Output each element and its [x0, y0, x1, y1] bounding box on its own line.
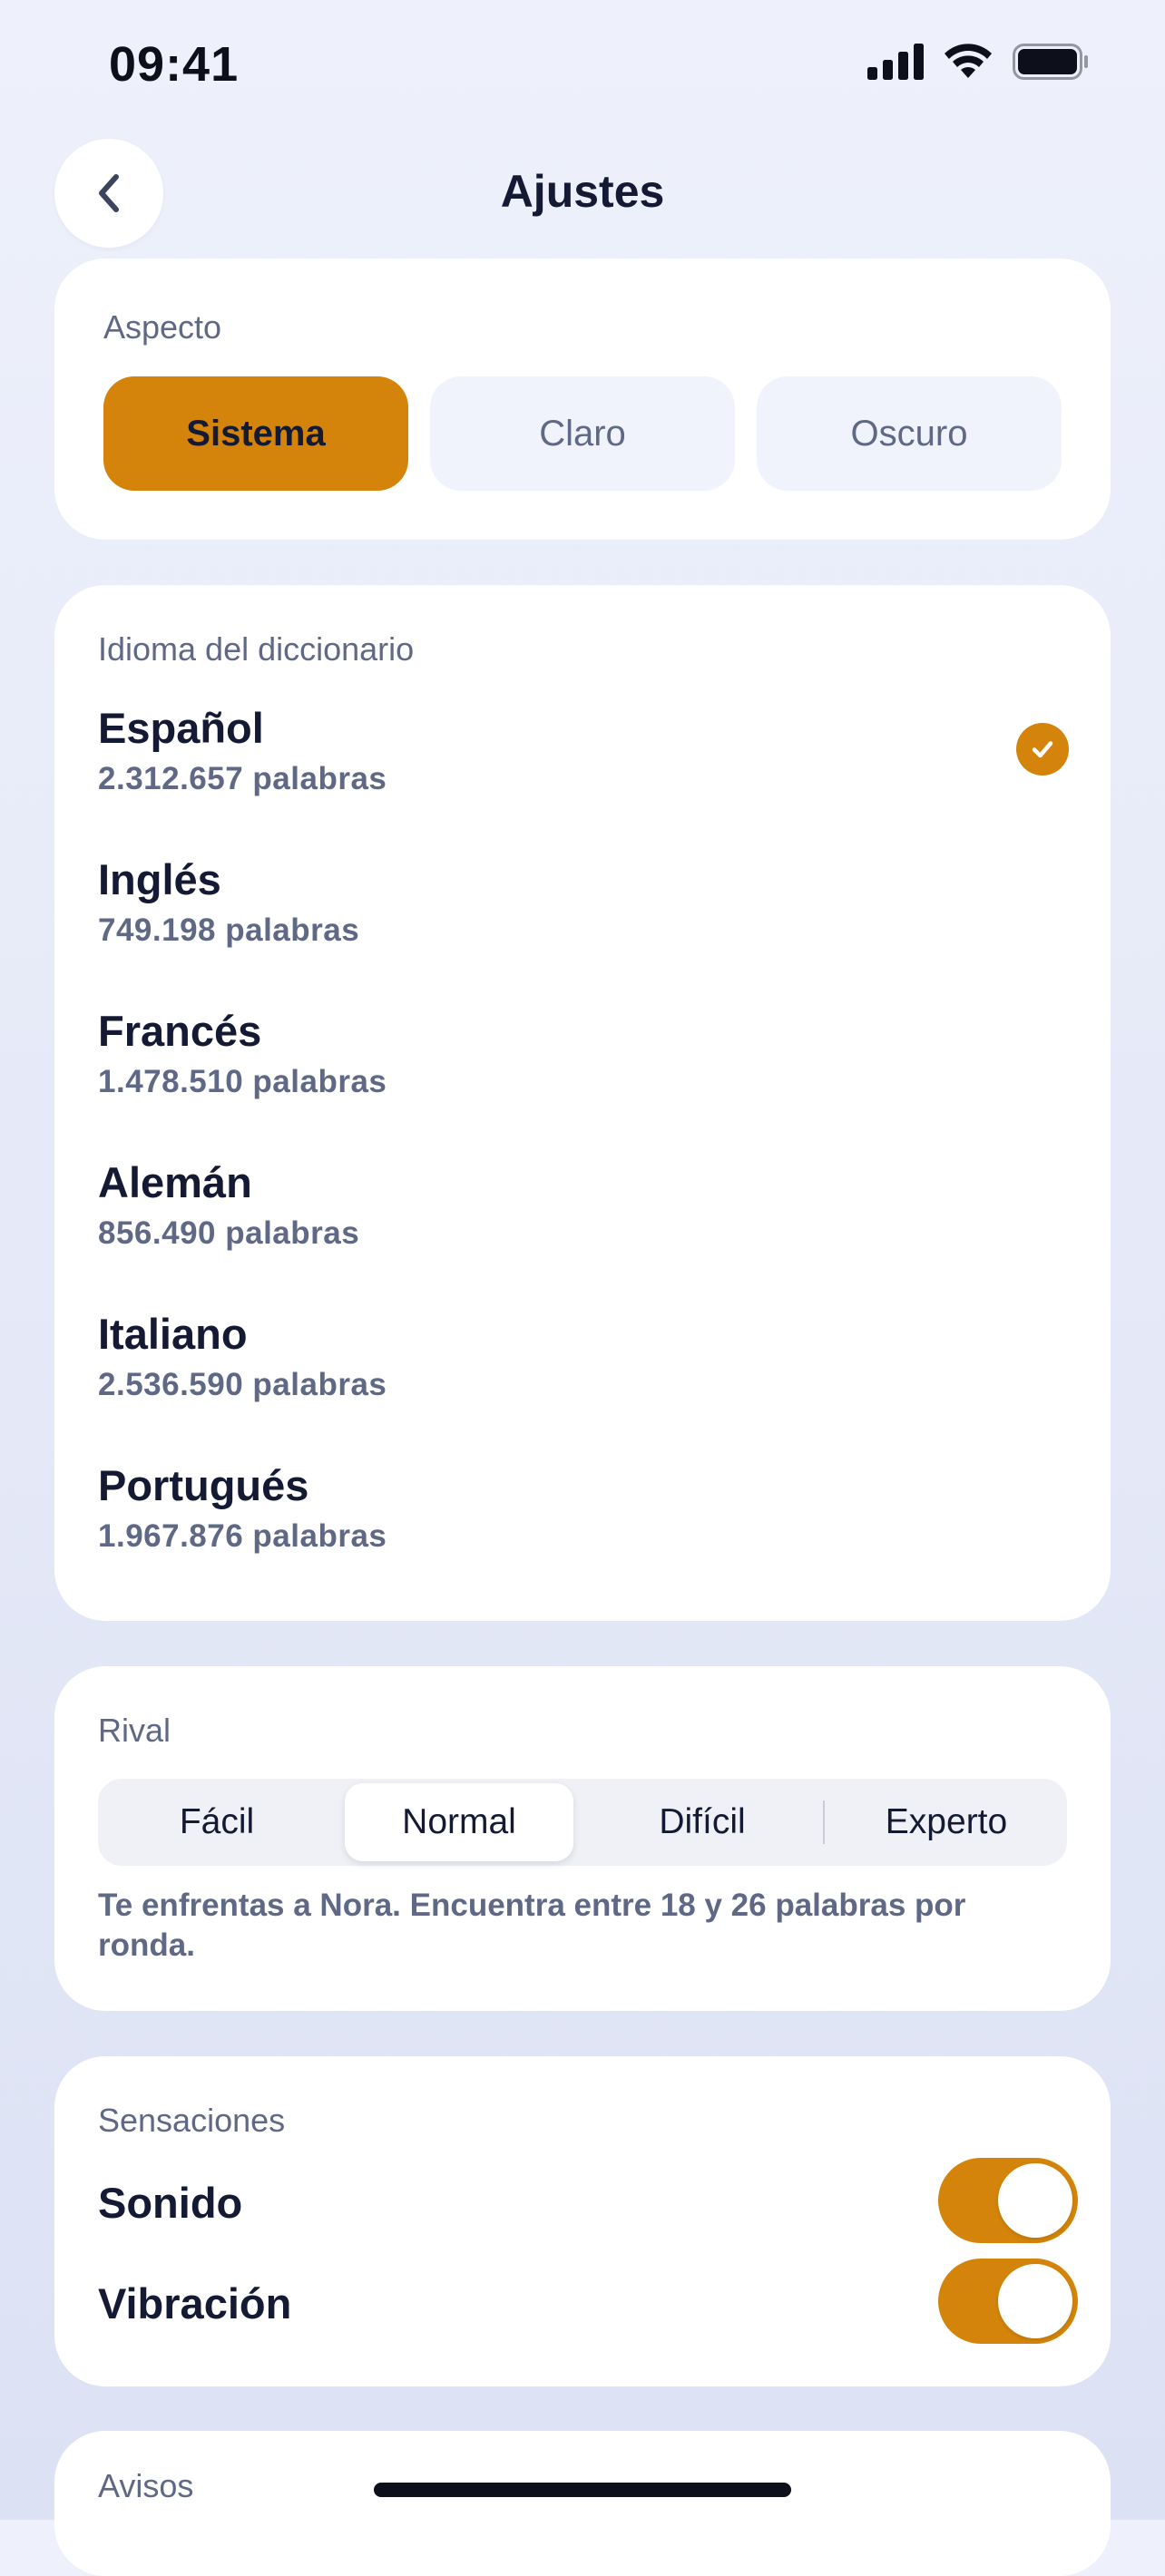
- cellular-signal-icon: [867, 44, 924, 80]
- language-name: Español: [98, 704, 264, 752]
- wifi-icon: [945, 44, 992, 78]
- status-icons: [867, 44, 1089, 80]
- language-item-italiano[interactable]: Italiano 2.536.590 palabras: [98, 1309, 1069, 1445]
- language-word-count: 2.536.590 palabras: [98, 1367, 387, 1402]
- appearance-option-oscuro[interactable]: Oscuro: [757, 376, 1062, 491]
- language-name: Alemán: [98, 1158, 252, 1206]
- sound-toggle[interactable]: [938, 2158, 1078, 2243]
- battery-icon: [1013, 44, 1088, 80]
- toggle-knob: [998, 2163, 1072, 2238]
- language-word-count: 749.198 palabras: [98, 912, 360, 948]
- difficulty-segmented-control: Fácil Normal Difícil Experto: [98, 1779, 1067, 1866]
- segment-divider: [823, 1800, 825, 1844]
- difficulty-option-experto[interactable]: Experto: [832, 1783, 1061, 1861]
- vibration-row: Vibración: [98, 2259, 1078, 2346]
- home-indicator: [374, 2483, 791, 2497]
- language-name: Inglés: [98, 855, 221, 903]
- notices-card: Avisos: [54, 2431, 1111, 2576]
- rival-label: Rival: [98, 1712, 171, 1749]
- toggle-knob: [998, 2264, 1072, 2338]
- difficulty-option-dificil[interactable]: Difícil: [588, 1783, 817, 1861]
- language-item-aleman[interactable]: Alemán 856.490 palabras: [98, 1157, 1069, 1293]
- language-name: Italiano: [98, 1310, 248, 1358]
- page-title: Ajustes: [500, 166, 665, 217]
- language-word-count: 856.490 palabras: [98, 1215, 360, 1251]
- language-word-count: 1.967.876 palabras: [98, 1518, 387, 1554]
- appearance-card: Aspecto Sistema Claro Oscuro: [54, 259, 1111, 540]
- appearance-option-sistema[interactable]: Sistema: [103, 376, 408, 491]
- difficulty-option-normal[interactable]: Normal: [345, 1783, 573, 1861]
- appearance-label: Aspecto: [103, 308, 222, 346]
- language-name: Portugués: [98, 1461, 309, 1509]
- language-word-count: 2.312.657 palabras: [98, 761, 387, 796]
- language-word-count: 1.478.510 palabras: [98, 1064, 387, 1099]
- rival-card: Rival Fácil Normal Difícil Experto Te en…: [54, 1666, 1111, 2011]
- language-item-ingles[interactable]: Inglés 749.198 palabras: [98, 854, 1069, 990]
- status-bar: 09:41: [0, 0, 1165, 136]
- status-time: 09:41: [109, 37, 240, 92]
- sound-row: Sonido: [98, 2158, 1078, 2245]
- vibration-label: Vibración: [98, 2279, 292, 2327]
- sound-label: Sonido: [98, 2179, 243, 2227]
- difficulty-option-facil[interactable]: Fácil: [103, 1783, 331, 1861]
- vibration-toggle[interactable]: [938, 2259, 1078, 2344]
- dictionary-label: Idioma del diccionario: [98, 630, 415, 668]
- selected-check-icon: [1016, 723, 1069, 776]
- language-name: Francés: [98, 1007, 262, 1055]
- dictionary-card: Idioma del diccionario Español 2.312.657…: [54, 585, 1111, 1621]
- language-item-espanol[interactable]: Español 2.312.657 palabras: [98, 703, 1069, 839]
- sensations-label: Sensaciones: [98, 2102, 286, 2139]
- appearance-option-claro[interactable]: Claro: [430, 376, 735, 491]
- rival-description: Te enfrentas a Nora. Encuentra entre 18 …: [98, 1888, 966, 1963]
- notices-label: Avisos: [98, 2467, 194, 2504]
- language-item-frances[interactable]: Francés 1.478.510 palabras: [98, 1006, 1069, 1142]
- language-item-portugues[interactable]: Portugués 1.967.876 palabras: [98, 1460, 1069, 1596]
- sensations-card: Sensaciones Sonido Vibración: [54, 2056, 1111, 2386]
